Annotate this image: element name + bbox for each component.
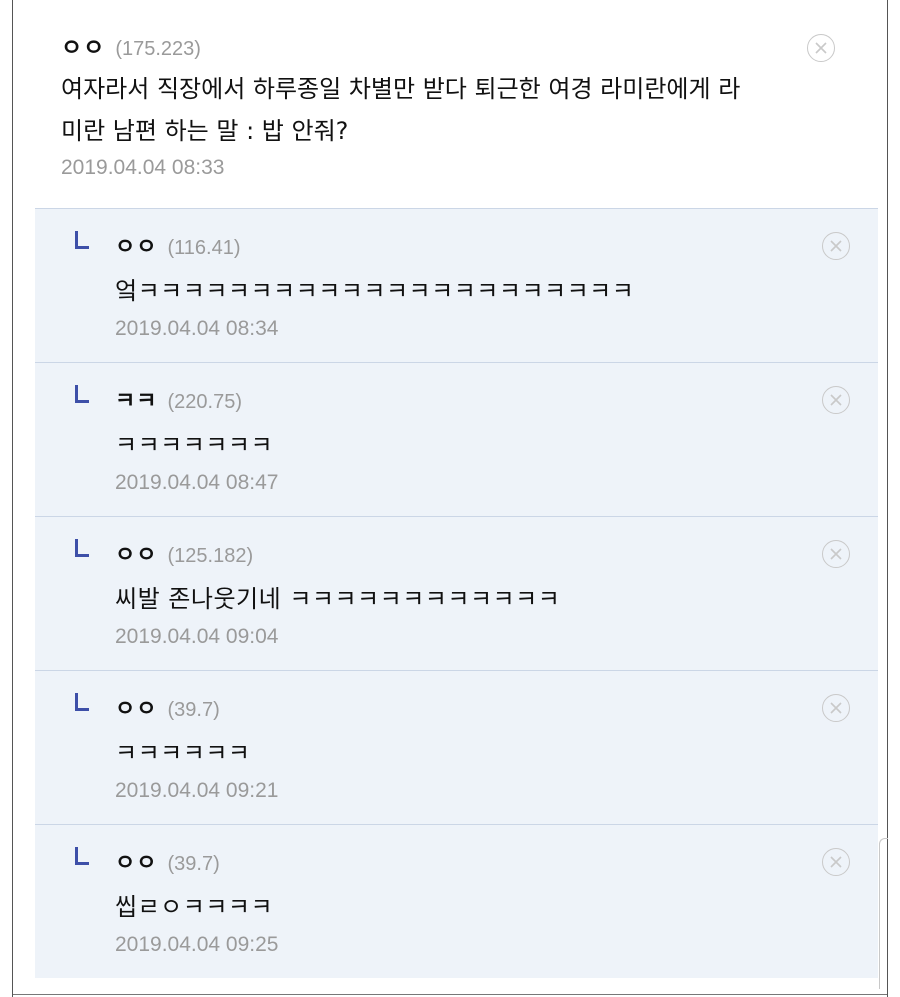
reply-item: ㅇㅇ (39.7) ㅋㅋㅋㅋㅋㅋ 2019.04.04 09:21 (35, 670, 878, 824)
comment-date: 2019.04.04 08:33 (61, 156, 225, 179)
comment-text: 여자라서 직장에서 하루종일 차별만 받다 퇴근한 여경 라미란에게 라 미란 … (61, 68, 861, 152)
reply-date: 2019.04.04 09:25 (115, 933, 279, 956)
reply-item: ㅇㅇ (116.41) 엌ㅋㅋㅋㅋㅋㅋㅋㅋㅋㅋㅋㅋㅋㅋㅋㅋㅋㅋㅋㅋㅋㅋ 2019… (35, 208, 878, 362)
reply-date: 2019.04.04 08:47 (115, 471, 279, 494)
ip-address: (125.182) (167, 545, 254, 567)
reply-arrow-icon (75, 385, 89, 403)
close-icon (830, 856, 842, 868)
scrollbar-edge[interactable] (879, 838, 888, 989)
reply-date: 2019.04.04 08:34 (115, 317, 279, 340)
close-icon (815, 42, 827, 54)
reply-date: 2019.04.04 09:04 (115, 625, 279, 648)
delete-reply-button[interactable] (822, 386, 850, 414)
reply-text: 씨발 존나웃기네 ㅋㅋㅋㅋㅋㅋㅋㅋㅋㅋㅋㅋ (115, 585, 561, 613)
reply-text: ㅋㅋㅋㅋㅋㅋ (115, 739, 251, 767)
close-icon (830, 548, 842, 560)
nickname[interactable]: ㅇㅇ (61, 28, 105, 62)
reply-arrow-icon (75, 847, 89, 865)
ip-address: (220.75) (167, 391, 242, 413)
close-icon (830, 394, 842, 406)
ip-address: (175.223) (115, 38, 201, 60)
nickname[interactable]: ㅇㅇ (115, 537, 157, 569)
reply-arrow-icon (75, 539, 89, 557)
nickname[interactable]: ㅇㅇ (115, 229, 157, 261)
delete-reply-button[interactable] (822, 694, 850, 722)
reply-text: ㅋㅋㅋㅋㅋㅋㅋ (115, 431, 274, 459)
comment-text-line: 미란 남편 하는 말 : 밥 안줘? (61, 117, 349, 145)
close-icon (830, 240, 842, 252)
ip-address: (39.7) (167, 853, 220, 875)
delete-reply-button[interactable] (822, 848, 850, 876)
reply-list: ㅇㅇ (116.41) 엌ㅋㅋㅋㅋㅋㅋㅋㅋㅋㅋㅋㅋㅋㅋㅋㅋㅋㅋㅋㅋㅋㅋ 2019… (35, 208, 878, 978)
reply-item: ㅇㅇ (39.7) 씹ㄹㅇㅋㅋㅋㅋ 2019.04.04 09:25 (35, 824, 878, 978)
main-comment: ㅇㅇ (175.223) 여자라서 직장에서 하루종일 차별만 받다 퇴근한 여… (61, 28, 861, 180)
delete-reply-button[interactable] (822, 232, 850, 260)
nickname[interactable]: ㅋㅋ (115, 383, 157, 415)
reply-date: 2019.04.04 09:21 (115, 779, 279, 802)
reply-arrow-icon (75, 231, 89, 249)
comment-text-line: 여자라서 직장에서 하루종일 차별만 받다 퇴근한 여경 라미란에게 라 (61, 75, 741, 103)
reply-text: 씹ㄹㅇㅋㅋㅋㅋ (115, 893, 274, 921)
close-icon (830, 702, 842, 714)
nickname[interactable]: ㅇㅇ (115, 845, 157, 877)
nickname[interactable]: ㅇㅇ (115, 691, 157, 723)
divider (13, 994, 887, 995)
delete-comment-button[interactable] (807, 34, 835, 62)
ip-address: (116.41) (167, 237, 241, 259)
comment-panel: ㅇㅇ (175.223) 여자라서 직장에서 하루종일 차별만 받다 퇴근한 여… (12, 0, 888, 997)
delete-reply-button[interactable] (822, 540, 850, 568)
reply-text: 엌ㅋㅋㅋㅋㅋㅋㅋㅋㅋㅋㅋㅋㅋㅋㅋㅋㅋㅋㅋㅋㅋㅋ (115, 277, 635, 305)
reply-item: ㅇㅇ (125.182) 씨발 존나웃기네 ㅋㅋㅋㅋㅋㅋㅋㅋㅋㅋㅋㅋ 2019.… (35, 516, 878, 670)
ip-address: (39.7) (167, 699, 220, 721)
reply-arrow-icon (75, 693, 89, 711)
main-comment-author: ㅇㅇ (175.223) (61, 28, 861, 64)
reply-item: ㅋㅋ (220.75) ㅋㅋㅋㅋㅋㅋㅋ 2019.04.04 08:47 (35, 362, 878, 516)
